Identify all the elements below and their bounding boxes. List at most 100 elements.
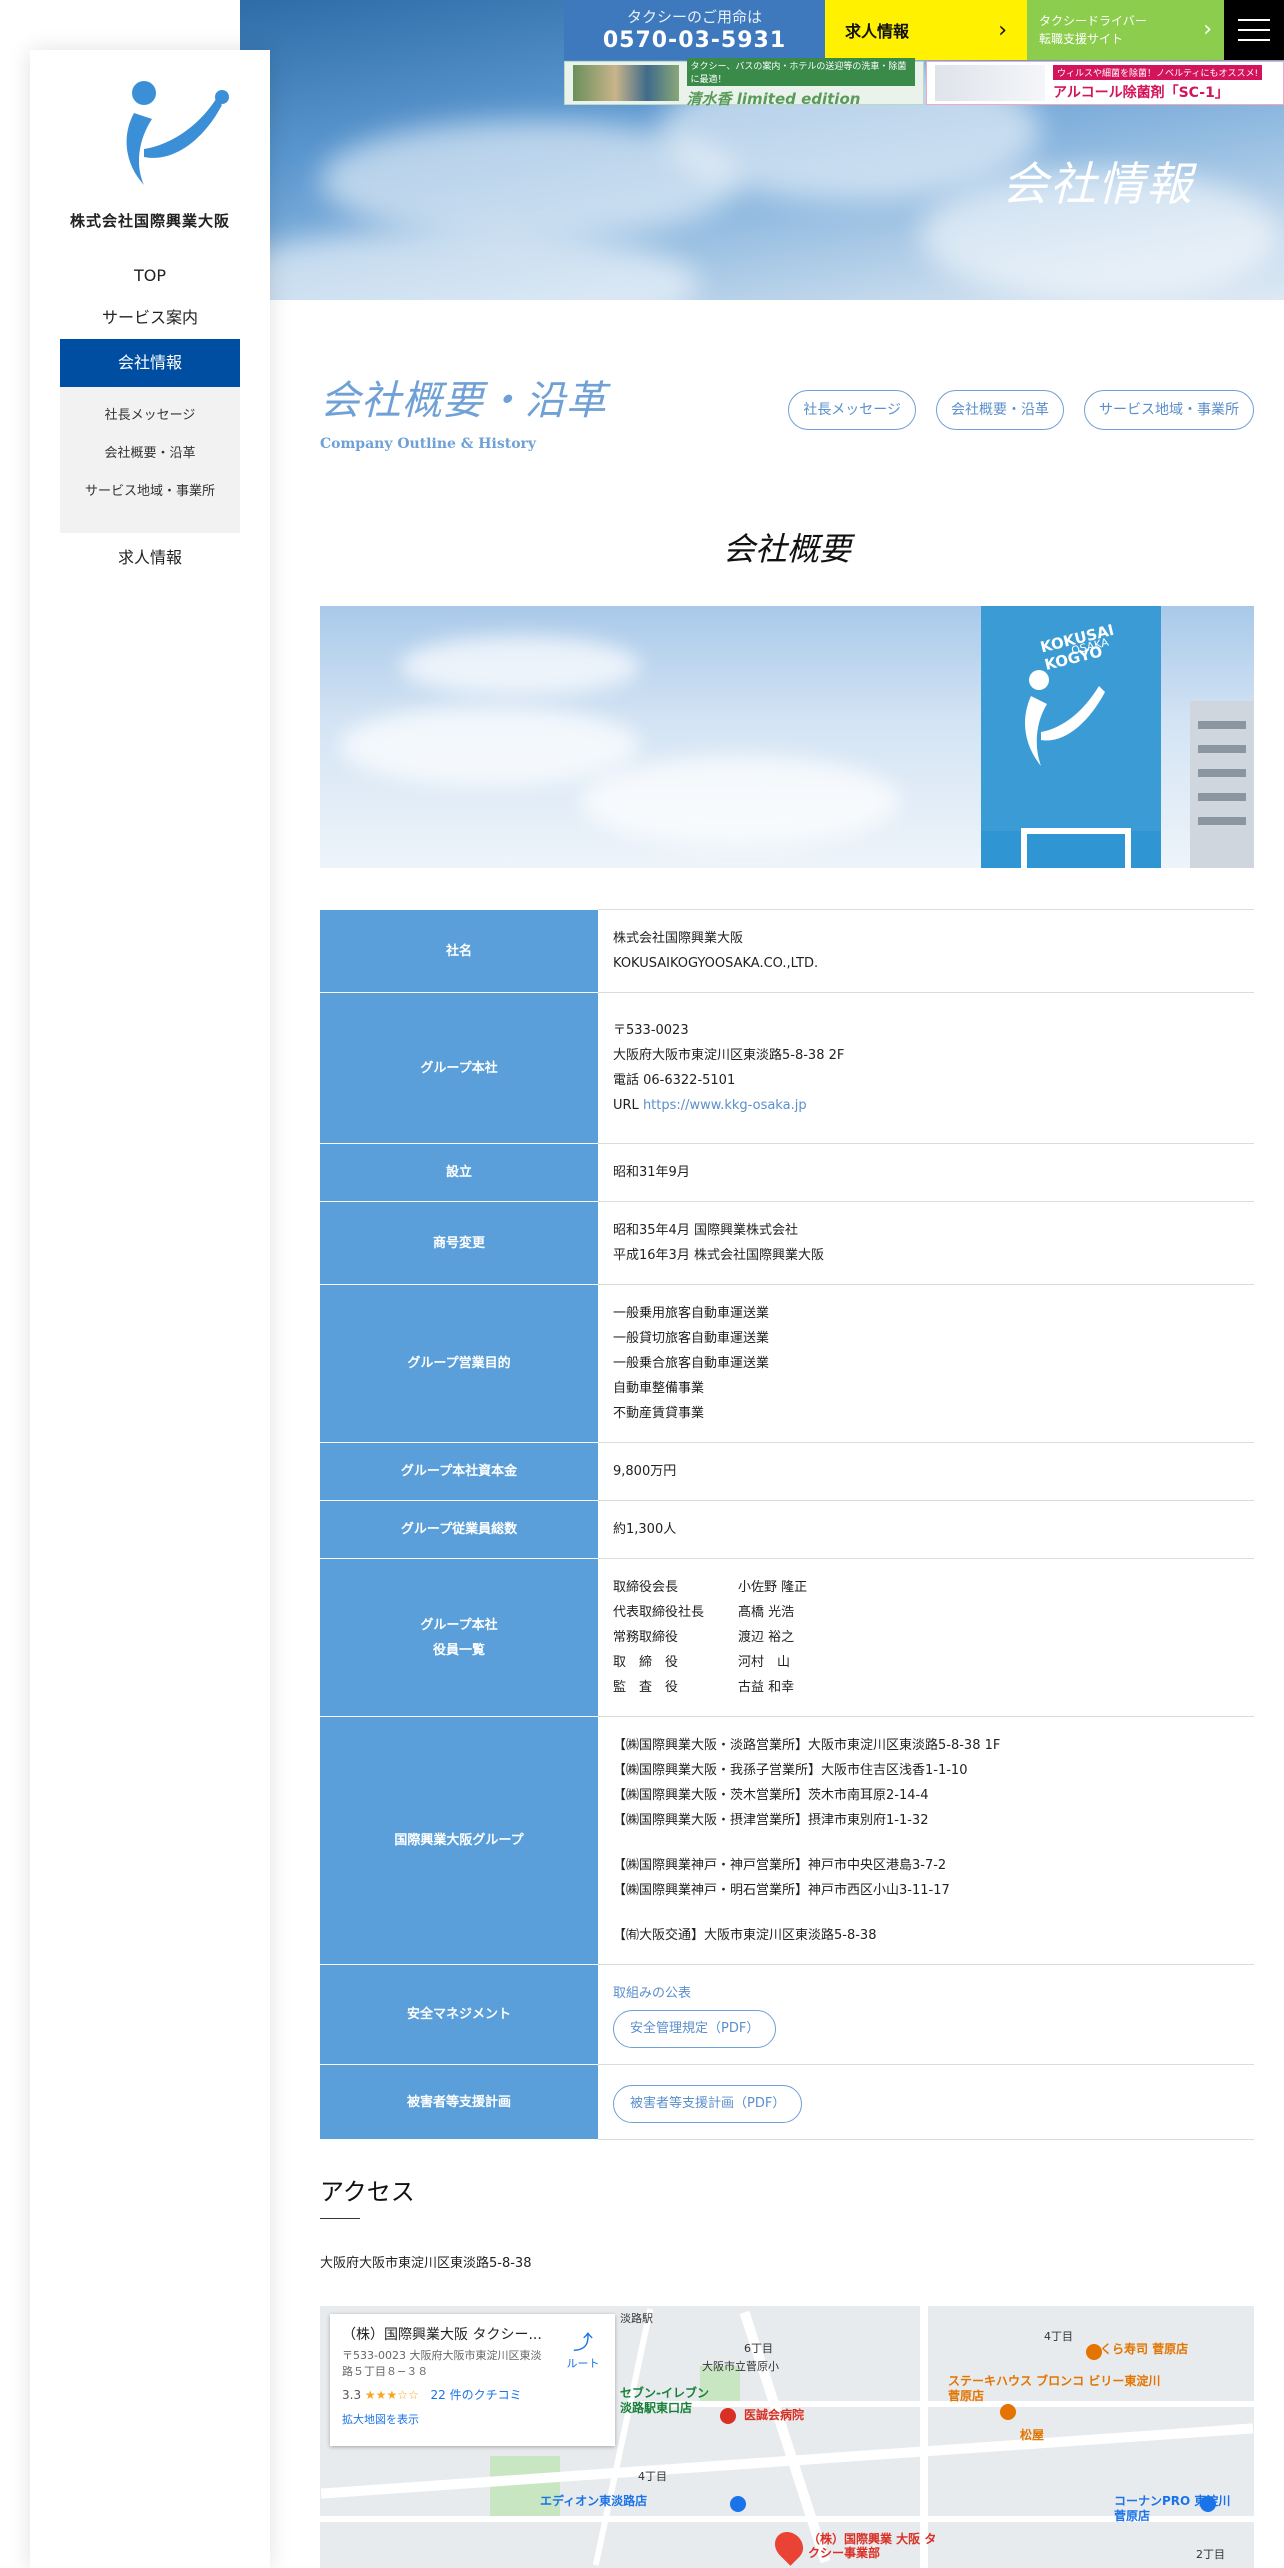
row-value-officers: 取締役会長 小佐野 隆正 代表取締役社長 髙橋 光浩 常務取締役 渡辺 裕之 取 締 … [598, 1558, 1254, 1717]
hq-zip: 〒533-0023 [613, 1023, 689, 1038]
row-value-safety: 取組みの公表 安全管理規定（PDF） [598, 1964, 1254, 2065]
shop-pin-icon[interactable] [730, 2496, 746, 2512]
group-office: 【㈱国際興業大阪・摂津営業所】摂津市東別府1-1-32 [613, 1813, 929, 1828]
hq-address: 大阪府大阪市東淀川区東淡路5-8-38 2F [613, 1048, 845, 1063]
access-address: 大阪府大阪市東淀川区東淡路5-8-38 [320, 2256, 532, 2271]
row-label-founded: 設立 [320, 1143, 598, 1202]
hero-cloud [240, 230, 700, 300]
company-logo[interactable] [104, 75, 244, 195]
access-heading: アクセス [320, 2178, 415, 2206]
banner-text: アルコール除菌剤「SC-1」 [1053, 84, 1229, 101]
officers-label-2: 役員一覧 [432, 1642, 485, 1658]
company-photo: KOKUSAI KOGYO OSAKA [320, 606, 1254, 868]
sign-logo-icon [1025, 670, 1105, 766]
logo-text: 株式会社国際興業大阪 [69, 212, 230, 230]
map-rating-value: 3.3 [342, 2388, 362, 2402]
phone-number[interactable]: 0570-03-5931 [564, 28, 825, 53]
map-poi: くら寿司 菅原店 [1100, 2342, 1189, 2356]
driver-site-button[interactable]: タクシードライバー 転職支援サイト › [1027, 0, 1224, 60]
hq-url-prefix: URL [613, 1098, 643, 1113]
officer-role: 監 査 役 [613, 1680, 679, 1695]
banner-thumbnail [573, 65, 679, 101]
victim-pdf-button[interactable]: 被害者等支援計画（PDF） [613, 2085, 803, 2123]
row-value-business: 一般乗用旅客自動車運送業 一般貸切旅客自動車運送業 一般乗合旅客自動車運送業 自… [598, 1284, 1254, 1443]
row-label-company-name: 社名 [320, 909, 598, 993]
map-poi: （株）国際興業 大阪 タクシー事業部 [808, 2532, 937, 2560]
promo-banner-sanitizer[interactable]: ウィルスや細菌を除菌！ノベルティにもオススメ! アルコール除菌剤「SC-1」 [926, 61, 1284, 105]
row-value-employees: 約1,300人 [598, 1500, 1254, 1559]
group-office: 【㈱国際興業神戸・神戸営業所】神戸市中央区港島3-7-2 [613, 1858, 947, 1873]
officer-role: 取締役会長 [613, 1580, 679, 1595]
hamburger-menu-icon[interactable] [1224, 0, 1284, 60]
officer-name: 河村 山 [738, 1655, 791, 1670]
map-route-button[interactable]: ⤴ ルート [563, 2326, 603, 2371]
officer-role: 常務取締役 [613, 1630, 679, 1645]
officer-row: 監 査 役 古益 和幸 [613, 1675, 1239, 1700]
map-reviews-link[interactable]: 22 件のクチコミ [431, 2388, 522, 2402]
table-row: グループ営業目的 一般乗用旅客自動車運送業 一般貸切旅客自動車運送業 一般乗合旅… [320, 1284, 1254, 1443]
officer-name: 古益 和幸 [738, 1680, 795, 1695]
company-sign: KOKUSAI KOGYO OSAKA [981, 606, 1161, 868]
officer-name: 小佐野 隆正 [738, 1580, 808, 1595]
promo-banner-fragrance[interactable]: タクシー、バスの案内・ホテルの送迎等の洗車・除菌に最適！ 清水香 limited… [564, 57, 924, 108]
pill-outline[interactable]: 会社概要・沿革 [936, 390, 1064, 430]
sidebar-subitem-message[interactable]: 社長メッセージ [60, 397, 240, 435]
restaurant-pin-icon[interactable] [1000, 2404, 1016, 2420]
map-label: 淡路駅 [620, 2312, 653, 2325]
banner-thumbnail [935, 65, 1045, 101]
google-map[interactable]: 淡路駅 6丁目 4丁目 大阪市立菅原小 くら寿司 菅原店 ステーキハウス ブロン… [320, 2306, 1254, 2568]
group-office: 【㈱国際興業大阪・我孫子営業所】大阪市住吉区浅香1-1-10 [613, 1763, 968, 1778]
row-label-hq: グループ本社 [320, 992, 598, 1144]
page-subtitle: Company Outline & History [320, 436, 537, 452]
table-row: 社名 株式会社国際興業大阪 KOKUSAIKOGYOOSAKA.CO.,LTD. [320, 909, 1254, 993]
company-name-ja: 株式会社国際興業大阪 [613, 931, 744, 946]
table-row: グループ従業員総数 約1,300人 [320, 1500, 1254, 1559]
map-label: 6丁目 [744, 2342, 773, 2355]
map-poi: エディオン東淡路店 [540, 2494, 648, 2508]
map-poi: ステーキハウス ブロンコ ビリー東淀川菅原店 [948, 2374, 1161, 2403]
sidebar-item-top[interactable]: TOP [60, 255, 240, 297]
map-road [920, 2306, 928, 2568]
star-rating-icon: ★★★☆☆ [364, 2388, 419, 2402]
map-poi: コーナンPRO 東淀川菅原店 [1114, 2494, 1231, 2523]
banner-tag: タクシー、バスの案内・ホテルの送迎等の洗車・除菌に最適！ [686, 57, 915, 86]
officers-label-1: グループ本社 [420, 1617, 498, 1633]
phone-contact[interactable]: タクシーのご用命は 0570-03-5931 [564, 0, 825, 60]
business-item: 不動産賃貸事業 [613, 1406, 705, 1421]
map-enlarge-link[interactable]: 拡大地図を表示 [342, 2411, 603, 2427]
officer-name: 髙橋 光浩 [738, 1605, 795, 1620]
safety-link[interactable]: 取組みの公表 [613, 1986, 691, 2001]
officer-role: 代表取締役社長 [613, 1605, 705, 1620]
name-change-line: 平成16年3月 株式会社国際興業大阪 [613, 1248, 824, 1263]
row-label-business: グループ営業目的 [320, 1284, 598, 1443]
sign-kanji-shape [1021, 828, 1131, 868]
row-value-company-name: 株式会社国際興業大阪 KOKUSAIKOGYOOSAKA.CO.,LTD. [598, 909, 1254, 993]
map-poi: セブン-イレブン 淡路駅東口店 [620, 2386, 709, 2415]
row-label-capital: グループ本社資本金 [320, 1442, 598, 1501]
hospital-pin-icon[interactable] [720, 2408, 736, 2424]
safety-pdf-button[interactable]: 安全管理規定（PDF） [613, 2010, 777, 2048]
sidebar-item-recruit[interactable]: 求人情報 [60, 537, 240, 579]
sidebar-nav: TOP サービス案内 会社情報 社長メッセージ 会社概要・沿革 サービス地域・事… [60, 255, 240, 579]
hq-tel: 電話 06-6322-5101 [613, 1073, 736, 1088]
shop-pin-icon[interactable] [1200, 2496, 1216, 2512]
table-row: 国際興業大阪グループ 【㈱国際興業大阪・淡路営業所】大阪市東淀川区東淡路5-8-… [320, 1716, 1254, 1965]
restaurant-pin-icon[interactable] [1086, 2344, 1102, 2360]
group-office: 【㈱国際興業大阪・茨木営業所】茨木市南耳原2-14-4 [613, 1788, 929, 1803]
sidebar-subitem-outline[interactable]: 会社概要・沿革 [60, 435, 240, 473]
pill-area[interactable]: サービス地域・事業所 [1084, 390, 1254, 430]
sidebar-item-company[interactable]: 会社情報 [60, 339, 240, 387]
banner-tag: ウィルスや細菌を除菌！ノベルティにもオススメ! [1053, 64, 1263, 80]
row-value-founded: 昭和31年9月 [598, 1143, 1254, 1202]
table-row: グループ本社 〒533-0023 大阪府大阪市東淀川区東淡路5-8-38 2F … [320, 992, 1254, 1144]
pill-message[interactable]: 社長メッセージ [788, 390, 916, 430]
sidebar-subitem-area[interactable]: サービス地域・事業所 [60, 473, 240, 511]
row-value-hq: 〒533-0023 大阪府大阪市東淀川区東淡路5-8-38 2F 電話 06-6… [598, 992, 1254, 1144]
officer-row: 常務取締役 渡辺 裕之 [613, 1625, 1239, 1650]
hq-url-link[interactable]: https://www.kkg-osaka.jp [643, 1098, 807, 1113]
promo-banners: タクシー、バスの案内・ホテルの送迎等の洗車・除菌に最適！ 清水香 limited… [564, 57, 1284, 108]
map-poi: 医誠会病院 [744, 2408, 805, 2422]
banner-text: 清水香 limited edition [686, 89, 861, 108]
sidebar-item-services[interactable]: サービス案内 [60, 297, 240, 339]
recruit-button[interactable]: 求人情報 › [825, 0, 1027, 60]
